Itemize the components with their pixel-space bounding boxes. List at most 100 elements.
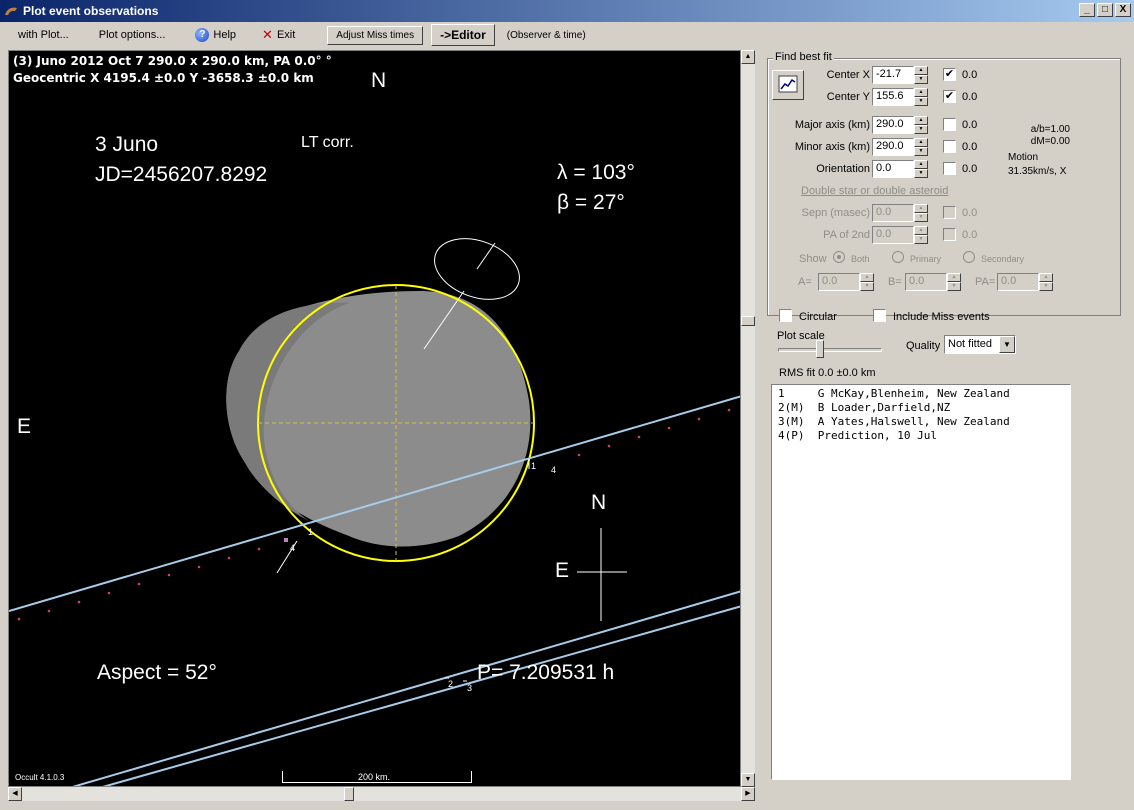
circular-checkbox[interactable]	[779, 309, 792, 322]
a-input[interactable]: 0.0	[818, 273, 860, 291]
center-x-spinner[interactable]: -21.7 ▲ ▼	[872, 66, 928, 84]
orientation-up[interactable]: ▲	[914, 160, 928, 169]
chord-3	[102, 605, 740, 786]
separation-spinner[interactable]: 0.0 ▲ ▼	[872, 204, 928, 222]
orientation-down[interactable]: ▼	[914, 169, 928, 178]
list-item[interactable]: 3(M) A Yates,Halswell, New Zealand	[778, 415, 1064, 429]
orientation-label: Orientation	[816, 163, 870, 175]
menu-exit[interactable]: ✕ Exit	[244, 27, 303, 43]
separation-input[interactable]: 0.0	[872, 204, 914, 222]
center-y-up[interactable]: ▲	[914, 88, 928, 97]
center-y-input[interactable]: 155.6	[872, 88, 914, 106]
pa-second-input[interactable]: 0.0	[872, 226, 914, 244]
major-axis-checkbox[interactable]	[943, 118, 956, 131]
scroll-thumb-horizontal[interactable]	[344, 787, 354, 801]
major-axis-spinner[interactable]: 290.0 ▲ ▼	[872, 116, 928, 134]
list-item[interactable]: 4(P) Prediction, 10 Jul	[778, 429, 1064, 443]
b-spinner[interactable]: 0.0 ▲ ▼	[905, 273, 961, 291]
b-label: B=	[888, 276, 902, 288]
minor-axis-spinner[interactable]: 290.0 ▲ ▼	[872, 138, 928, 156]
major-axis-label: Major axis (km)	[794, 119, 870, 131]
center-y-checkbox[interactable]: ✔	[943, 90, 956, 103]
pa-second-checkbox[interactable]	[943, 228, 956, 241]
orientation-input[interactable]: 0.0	[872, 160, 914, 178]
pa-second-label: PA of 2nd	[823, 229, 870, 241]
scroll-up-button[interactable]: ▲	[741, 50, 755, 64]
quality-select[interactable]: Not fitted ▼	[944, 335, 1016, 354]
scroll-right-button[interactable]: ▶	[741, 787, 755, 801]
chord-label-1a: 1	[531, 461, 537, 471]
pa-input[interactable]: 0.0	[997, 273, 1039, 291]
plot-scale-track[interactable]	[778, 348, 882, 352]
pole-line-2	[476, 242, 496, 270]
center-y-spinner[interactable]: 155.6 ▲ ▼	[872, 88, 928, 106]
minor-axis-up[interactable]: ▲	[914, 138, 928, 147]
fit-panel: Find best fit Center X -21.7 ▲ ▼ ✔ 0.0 Ce…	[763, 50, 1129, 785]
compass-east-label: E	[555, 559, 570, 582]
radio-secondary[interactable]	[963, 251, 975, 263]
chord-label-2: 2	[448, 679, 454, 689]
orientation-spinner[interactable]: 0.0 ▲ ▼	[872, 160, 928, 178]
radio-both-label: Both	[851, 254, 870, 264]
plot-canvas[interactable]: (3) Juno 2012 Oct 7 290.0 x 290.0 km, PA…	[8, 50, 741, 787]
include-miss-checkbox[interactable]	[873, 309, 886, 322]
minimize-button[interactable]: _	[1079, 3, 1095, 17]
menu-help[interactable]: ? Help	[173, 28, 244, 42]
center-y-label: Center Y	[826, 91, 870, 103]
title-bar: Plot event observations _ □ X	[0, 0, 1134, 22]
beta-value: β = 27°	[557, 191, 625, 214]
major-axis-input[interactable]: 290.0	[872, 116, 914, 134]
scroll-down-button[interactable]: ▼	[741, 773, 755, 787]
chord-label-4a: 4	[551, 465, 557, 475]
find-best-fit-button[interactable]	[772, 70, 804, 100]
major-axis-down[interactable]: ▼	[914, 125, 928, 134]
center-x-input[interactable]: -21.7	[872, 66, 914, 84]
minor-axis-down[interactable]: ▼	[914, 147, 928, 156]
quality-selected: Not fitted	[948, 338, 993, 350]
chart-icon	[778, 75, 798, 93]
radio-both[interactable]	[833, 251, 845, 263]
minor-axis-input[interactable]: 290.0	[872, 138, 914, 156]
motion-value: 31.35km/s, X	[1008, 166, 1067, 177]
major-axis-up[interactable]: ▲	[914, 116, 928, 125]
include-miss-label: Include Miss events	[893, 311, 990, 323]
pa-second-spinner[interactable]: 0.0 ▲ ▼	[872, 226, 928, 244]
separation-checkbox[interactable]	[943, 206, 956, 219]
center-x-up[interactable]: ▲	[914, 66, 928, 75]
scroll-left-button[interactable]: ◀	[8, 787, 22, 801]
menu-bar: with Plot... Plot options... ? Help ✕ Ex…	[0, 22, 1134, 48]
ab-ratio: a/b=1.00	[1030, 124, 1070, 135]
center-y-down[interactable]: ▼	[914, 97, 928, 106]
list-item[interactable]: 2(M) B Loader,Darfield,NZ	[778, 401, 1064, 415]
lt-corr-label: LT corr.	[301, 134, 354, 151]
editor-button[interactable]: ->Editor	[431, 24, 495, 46]
plot-horizontal-scrollbar[interactable]: ◀ ▶	[8, 787, 755, 801]
scroll-thumb-vertical[interactable]	[741, 316, 755, 326]
rms-fit: RMS fit 0.0 ±0.0 km	[779, 367, 876, 379]
b-input[interactable]: 0.0	[905, 273, 947, 291]
observer-list[interactable]: 1 G McKay,Blenheim, New Zealand 2(M) B L…	[771, 384, 1071, 780]
help-icon: ?	[195, 28, 210, 42]
orientation-checkbox[interactable]	[943, 162, 956, 175]
center-x-down[interactable]: ▼	[914, 75, 928, 84]
pa-spinner[interactable]: 0.0 ▲ ▼	[997, 273, 1053, 291]
plot-header-line2: Geocentric X 4195.4 ±0.0 Y -3658.3 ±0.0 …	[13, 71, 314, 85]
menu-observer-time[interactable]: (Observer & time)	[499, 30, 594, 41]
a-spinner[interactable]: 0.0 ▲ ▼	[818, 273, 874, 291]
radio-primary[interactable]	[892, 251, 904, 263]
plot-vertical-scrollbar[interactable]: ▲ ▼	[741, 50, 755, 787]
maximize-button[interactable]: □	[1097, 3, 1113, 17]
menu-plot-options[interactable]: Plot options...	[77, 29, 174, 41]
center-x-checkbox[interactable]: ✔	[943, 68, 956, 81]
east-label: E	[17, 415, 32, 438]
adjust-miss-times-button[interactable]: Adjust Miss times	[327, 25, 424, 45]
close-button[interactable]: X	[1115, 3, 1131, 17]
object-name: 3 Juno	[95, 133, 159, 156]
double-star-link[interactable]: Double star or double asteroid	[801, 185, 948, 197]
menu-with-plot[interactable]: with Plot...	[0, 29, 77, 41]
period-value: P= 7.209531 h	[477, 661, 615, 684]
plot-scale-slider[interactable]	[816, 340, 824, 358]
center-x-uncertainty: 0.0	[962, 69, 978, 81]
list-item[interactable]: 1 G McKay,Blenheim, New Zealand	[778, 387, 1064, 401]
minor-axis-checkbox[interactable]	[943, 140, 956, 153]
